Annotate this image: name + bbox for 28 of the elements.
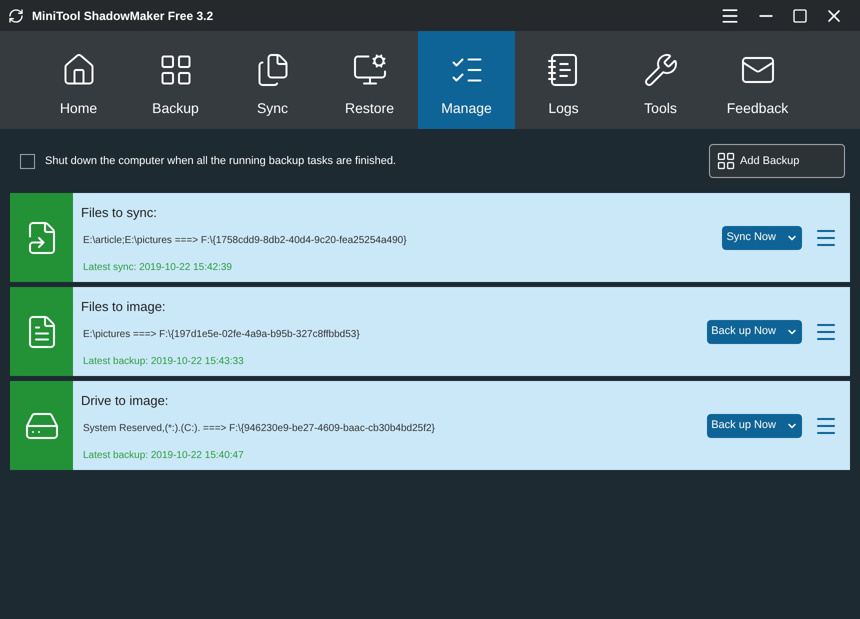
nav-tab[interactable]: Manage bbox=[418, 31, 515, 129]
action-button[interactable]: Sync Now bbox=[722, 226, 802, 250]
add-backup-button[interactable]: Add Backup bbox=[709, 144, 845, 178]
window-title: MiniTool ShadowMaker Free 3.2 bbox=[32, 8, 214, 24]
nav-tab[interactable]: Backup bbox=[127, 31, 224, 129]
nav-tab[interactable]: Home bbox=[30, 31, 127, 129]
grid-plus-icon bbox=[716, 151, 736, 171]
nav-tab[interactable]: Sync bbox=[224, 31, 321, 129]
action-button[interactable]: Back up Now bbox=[707, 414, 802, 438]
maximize-icon[interactable] bbox=[792, 8, 808, 24]
task-title: Files to image: bbox=[81, 298, 167, 316]
shutdown-label: Shut down the computer when all the running backup tasks are finished. bbox=[45, 154, 396, 169]
task-status: Latest backup: 2019-10-22 15:40:47 bbox=[83, 448, 245, 462]
nav-tab[interactable]: Restore bbox=[321, 31, 418, 129]
action-button[interactable]: Back up Now bbox=[707, 320, 802, 344]
task-status: Latest sync: 2019-10-22 15:42:39 bbox=[83, 260, 233, 274]
wrench-icon bbox=[642, 52, 678, 88]
task-title: Drive to image: bbox=[81, 392, 170, 410]
nav-tab[interactable]: Logs bbox=[515, 31, 612, 129]
app-logo-icon bbox=[8, 8, 24, 24]
task-path: System Reserved,(*:).(C:). ===> F:\{946230e9-be27-4609-baac-cb30b4bd25f2} bbox=[83, 422, 436, 436]
task-path: E:\pictures ===> F:\{197d1e5e-02fe-4a9a-b95b-327c8ffbbd53} bbox=[83, 328, 361, 342]
task-status: Latest backup: 2019-10-22 15:43:33 bbox=[83, 354, 245, 368]
nav-tab[interactable]: Tools bbox=[612, 31, 709, 129]
task-path: E:\article;E:\pictures ===> F:\{1758cdd9-8db2-40d4-9c20-fea25254a490} bbox=[83, 234, 408, 248]
nav-tab[interactable]: Feedback bbox=[709, 31, 806, 129]
task-title: Files to sync: bbox=[81, 204, 158, 222]
shutdown-checkbox[interactable] bbox=[20, 154, 35, 168]
